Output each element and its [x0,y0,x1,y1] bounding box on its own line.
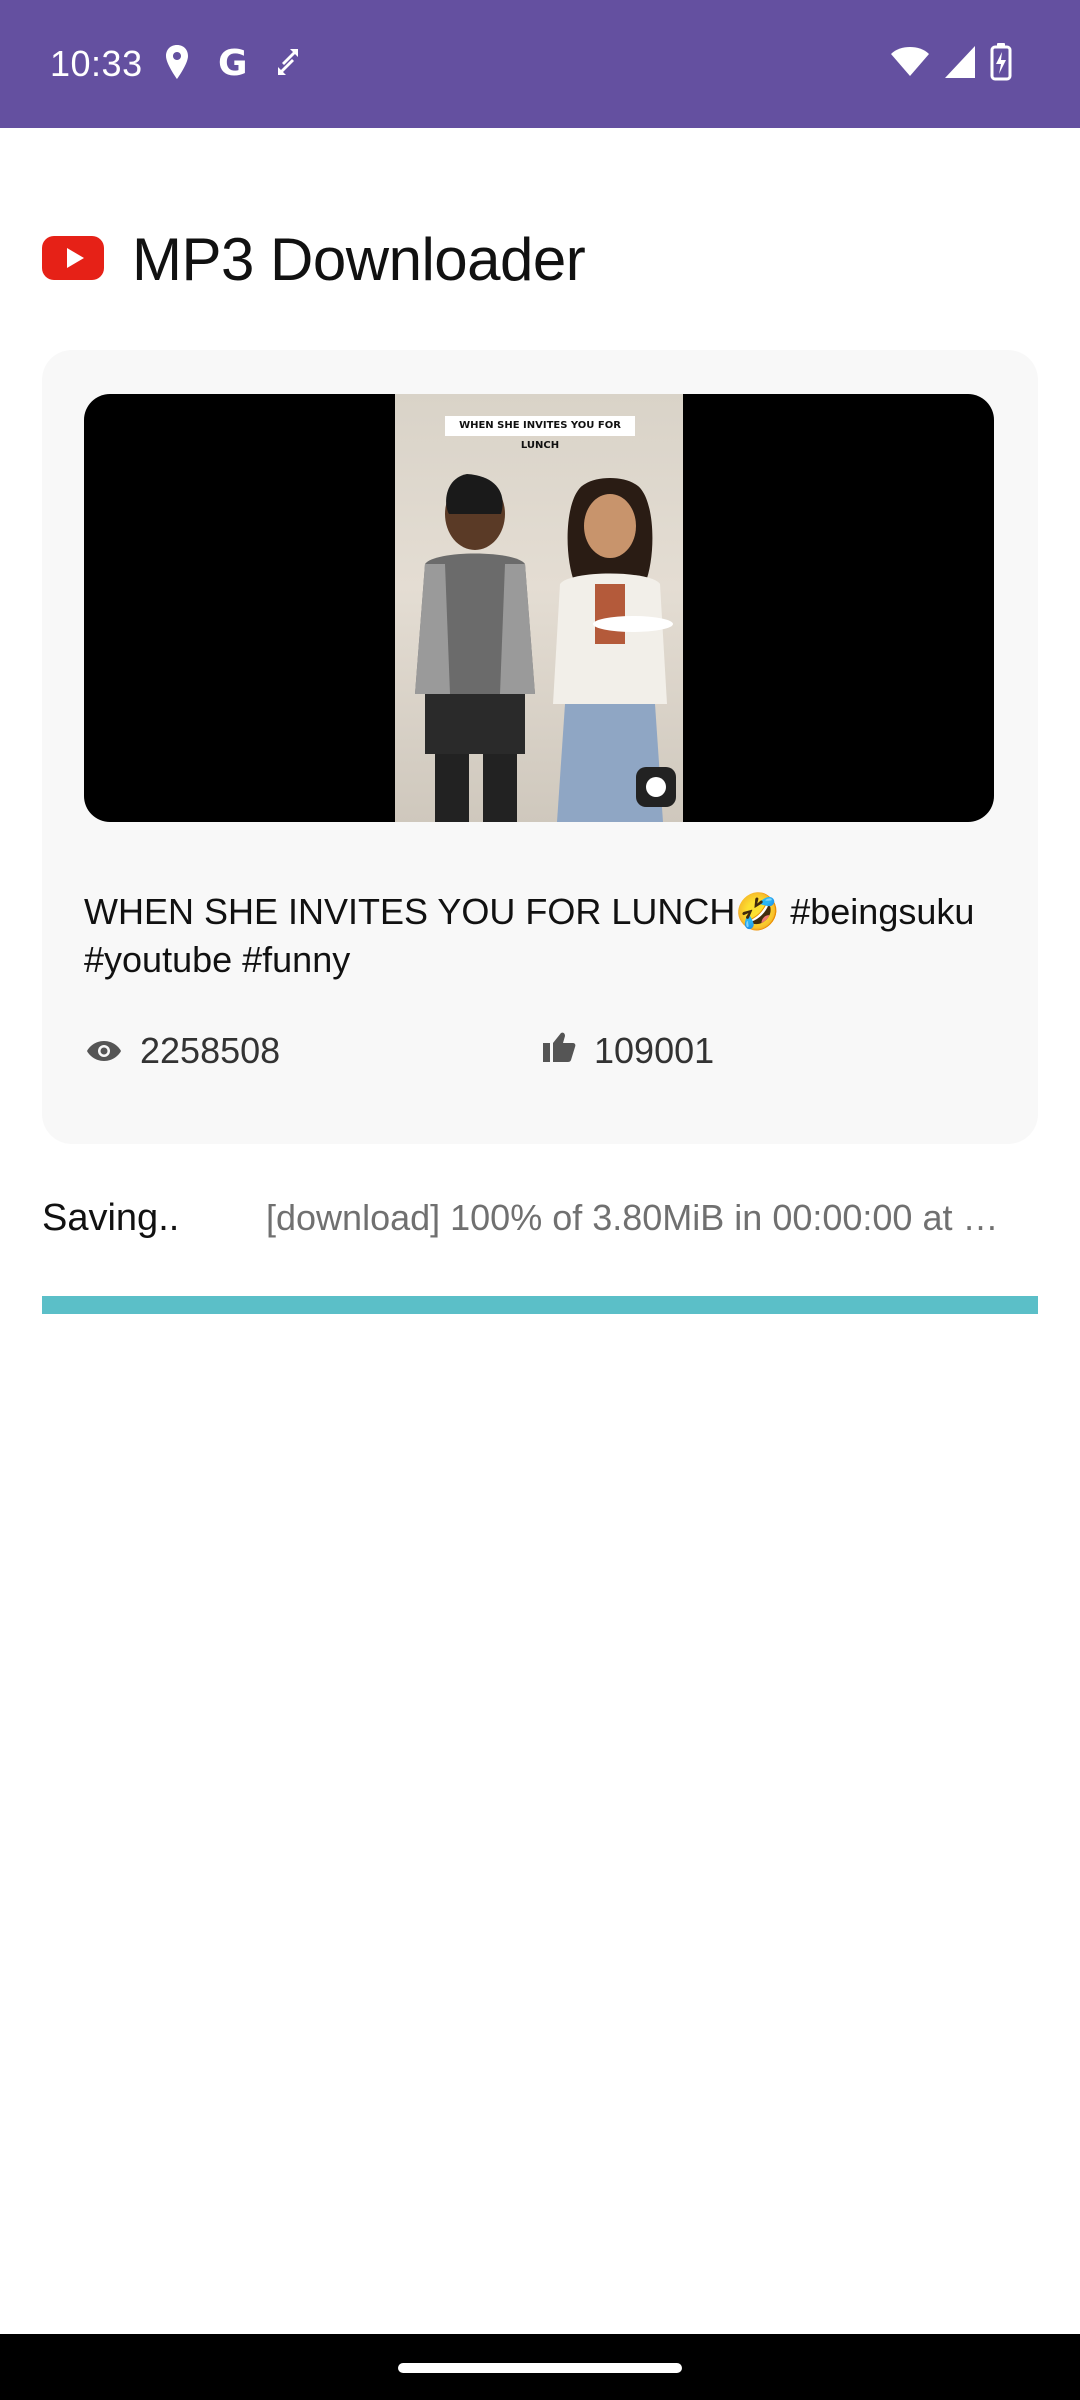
battery-charging-icon [990,42,1012,86]
status-bar: 10:33 G [0,0,1080,128]
download-progress-bar [42,1296,1038,1314]
views-stat: 2258508 [86,1026,280,1076]
location-pin-icon [164,43,190,86]
home-gesture-handle[interactable] [398,2363,682,2373]
download-progress-text: [download] 100% of 3.80MiB in 00:00:00 a… [266,1197,999,1238]
likes-count: 109001 [594,1030,715,1071]
signal-icon [944,45,976,84]
wifi-icon [890,46,930,83]
download-progress-fill [42,1296,1038,1314]
youtube-logo-icon [42,235,132,285]
status-system-icons [890,42,1012,86]
google-icon: G [218,43,248,84]
download-status-label: Saving.. [42,1197,180,1239]
video-title: WHEN SHE INVITES YOU FOR LUNCH🤣 #beingsu… [84,891,975,980]
eye-icon [86,1030,140,1072]
app-header: MP3 Downloader [42,220,586,300]
thumbs-up-icon [542,1030,594,1072]
record-indicator-icon [636,767,676,807]
video-card[interactable]: WHEN SHE INVITES YOU FOR LUNCH WHEN SHE … [42,350,1038,1144]
likes-stat: 109001 [542,1026,714,1076]
views-count: 2258508 [140,1030,281,1071]
thumbnail-caption: WHEN SHE INVITES YOU FOR LUNCH [445,416,635,451]
thumbnail-person-left [415,474,535,822]
status-time: 10:33 [50,43,143,84]
video-thumbnail[interactable]: WHEN SHE INVITES YOU FOR LUNCH [84,394,994,822]
status-notification-icons: G [164,44,300,84]
thumbnail-frame: WHEN SHE INVITES YOU FOR LUNCH [395,394,683,822]
sync-icon [276,47,300,82]
app-title: MP3 Downloader [132,226,586,293]
